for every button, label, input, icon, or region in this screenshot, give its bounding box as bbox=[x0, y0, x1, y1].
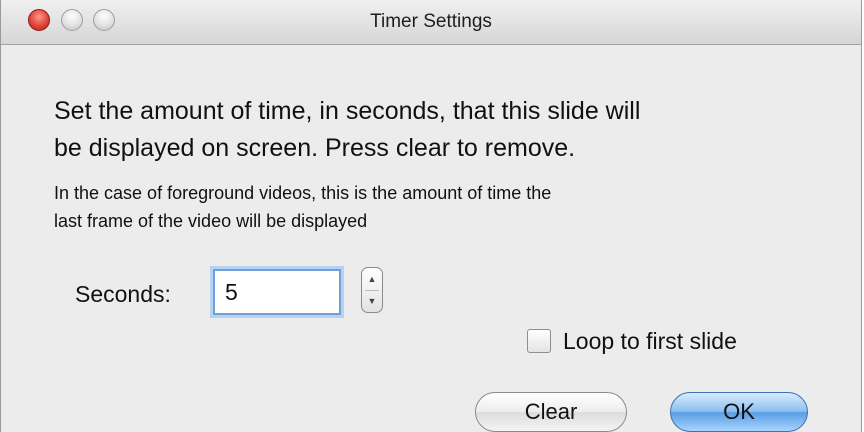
ok-button[interactable]: OK bbox=[670, 392, 808, 432]
seconds-label: Seconds: bbox=[75, 281, 171, 307]
video-note-text: In the case of foreground videos, this i… bbox=[54, 179, 834, 235]
video-note-line-2: last frame of the video will be displaye… bbox=[54, 211, 368, 231]
loop-to-first-slide-label[interactable]: Loop to first slide bbox=[563, 328, 737, 355]
timer-settings-window: Timer Settings Set the amount of time, i… bbox=[0, 0, 862, 432]
dialog-content: Set the amount of time, in seconds, that… bbox=[1, 45, 861, 432]
stepper-up-icon[interactable]: ▲ bbox=[362, 268, 382, 290]
instruction-line-1: Set the amount of time, in seconds, that… bbox=[54, 97, 641, 125]
loop-to-first-slide-checkbox[interactable] bbox=[527, 329, 551, 353]
title-bar: Timer Settings bbox=[1, 0, 861, 45]
video-note-line-1: In the case of foreground videos, this i… bbox=[54, 183, 552, 203]
instruction-text: Set the amount of time, in seconds, that… bbox=[54, 93, 834, 167]
instruction-line-2: be displayed on screen. Press clear to r… bbox=[54, 134, 576, 162]
clear-button[interactable]: Clear bbox=[475, 392, 627, 432]
stepper-down-icon[interactable]: ▼ bbox=[362, 290, 382, 312]
seconds-input[interactable] bbox=[213, 269, 341, 315]
seconds-stepper[interactable]: ▲ ▼ bbox=[361, 267, 383, 313]
window-title: Timer Settings bbox=[370, 11, 492, 32]
